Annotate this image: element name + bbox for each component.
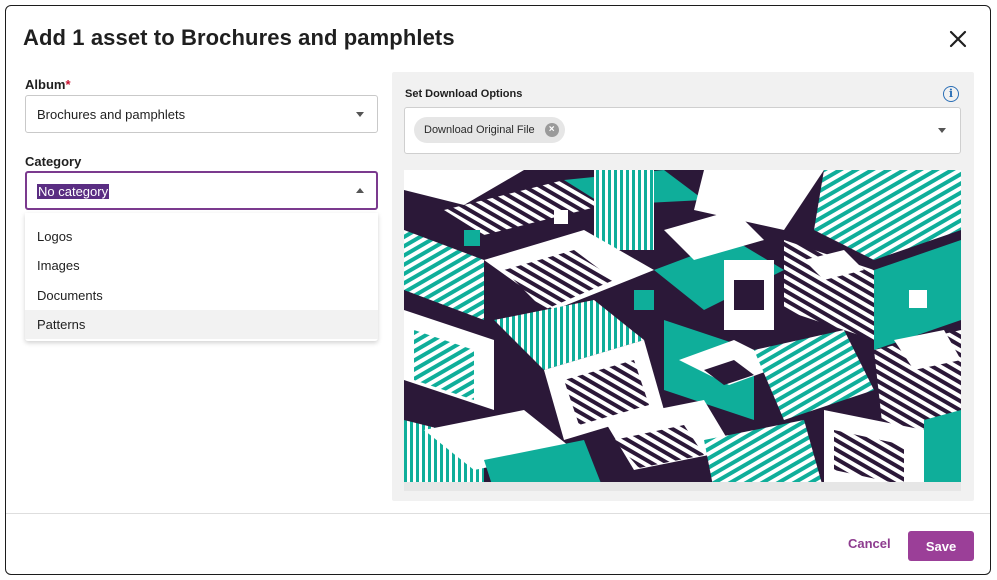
download-options-select[interactable]: Download Original File ×	[404, 107, 961, 154]
option-label: Logos	[37, 229, 73, 244]
category-label: Category	[25, 154, 82, 169]
category-option-documents[interactable]: Documents	[25, 281, 378, 310]
chevron-down-icon	[356, 112, 364, 117]
album-label-text: Album	[25, 77, 66, 92]
album-select-value: Brochures and pamphlets	[37, 107, 186, 122]
save-button[interactable]: Save	[908, 531, 974, 561]
asset-preview-image	[404, 170, 961, 491]
required-marker: *	[65, 77, 71, 92]
category-option-images[interactable]: Images	[25, 251, 378, 280]
option-label: Patterns	[37, 317, 86, 332]
category-dropdown-menu: Logos Images Documents Patterns	[25, 213, 378, 341]
remove-chip-icon[interactable]: ×	[544, 123, 559, 137]
category-option-patterns[interactable]: Patterns	[25, 310, 378, 339]
footer-divider	[6, 513, 990, 514]
cancel-button[interactable]: Cancel	[848, 536, 891, 551]
download-options-panel: Set Download Options i Download Original…	[392, 72, 974, 501]
isometric-pattern	[404, 170, 961, 491]
chevron-up-icon	[356, 188, 364, 193]
download-options-label: Set Download Options	[405, 88, 523, 100]
download-option-chip: Download Original File ×	[414, 117, 565, 143]
chevron-down-icon	[938, 128, 946, 133]
category-select[interactable]: No category	[25, 171, 378, 210]
option-label: Documents	[37, 288, 103, 303]
album-label: Album*	[25, 77, 71, 92]
close-icon[interactable]	[947, 28, 969, 50]
add-asset-dialog: Add 1 asset to Brochures and pamphlets A…	[5, 5, 991, 575]
info-icon[interactable]: i	[943, 86, 959, 102]
category-select-value: No category	[37, 184, 110, 199]
dialog-title: Add 1 asset to Brochures and pamphlets	[23, 25, 455, 50]
category-option-logos[interactable]: Logos	[25, 222, 378, 251]
option-label: Images	[37, 258, 80, 273]
chip-label: Download Original File	[424, 124, 535, 136]
album-select[interactable]: Brochures and pamphlets	[25, 95, 378, 133]
